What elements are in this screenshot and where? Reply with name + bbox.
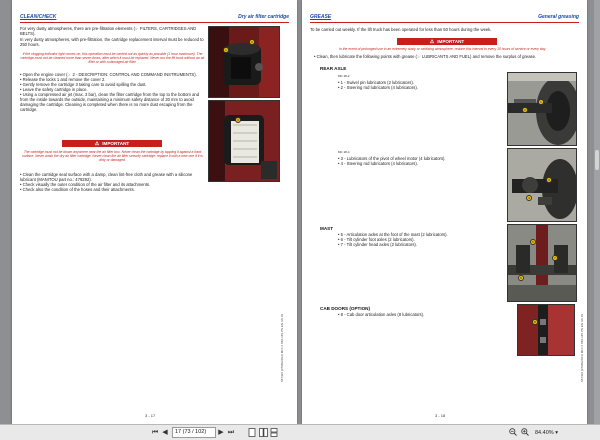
callout-marker: 3	[235, 117, 241, 123]
wheel-motor-image	[508, 149, 576, 221]
callout-marker: 4	[526, 195, 532, 201]
important-banner: ⚠ IMPORTANT	[397, 38, 497, 45]
callout-marker: 2	[522, 107, 528, 113]
intro-text: For very dusty atmospheres, there are pr…	[20, 26, 197, 36]
callout-marker: 3	[546, 177, 552, 183]
mast-list: • 5 - Articulation axles at the foot of …	[338, 232, 488, 247]
zoom-level[interactable]: 84.40% ▾	[535, 429, 558, 437]
mast-photo: 5 6 7	[507, 224, 577, 302]
first-page-icon[interactable]: ⏮	[150, 428, 160, 437]
step-item: • Using a compressed air jet (max. 3 bar…	[20, 92, 200, 112]
zoom-value: 84.40%	[535, 430, 554, 436]
cab-doors-title: CAB DOORS (OPTION)	[320, 306, 371, 311]
air-filter-photo-1: 1 2	[208, 26, 280, 98]
vertical-scrollbar[interactable]	[594, 0, 600, 424]
rear-axle-photo-1: 1 2	[507, 72, 577, 146]
figure-code: MC 18-4	[338, 150, 350, 154]
zoom-out-icon[interactable]	[508, 428, 517, 437]
mast-title: MAST	[320, 226, 334, 231]
callout-marker: 7	[552, 255, 558, 261]
callout-marker: 5	[530, 239, 536, 245]
important-label: IMPORTANT	[102, 141, 130, 146]
previous-page-icon[interactable]: ◀	[160, 428, 170, 437]
last-page-icon[interactable]: ⏭	[226, 428, 236, 437]
page-left: CLEAN/CHECK Dry air filter cartridge For…	[12, 0, 297, 424]
lubrication-point: • 2 - Steering rod lubricators (4 lubric…	[338, 85, 418, 90]
callout-marker: 8	[532, 319, 538, 325]
section-header-left: CLEAN/CHECK Dry air filter cartridge	[20, 13, 289, 23]
rear-axle-title: REAR AXLE	[320, 66, 347, 71]
page-right: GREASE General greasing To be carried ou…	[302, 0, 587, 424]
section-title: GREASE	[310, 14, 332, 20]
warning-text: In the event of prolonged use in an extr…	[338, 47, 547, 51]
clean-instruction: • Clean, then lubricate the following po…	[314, 54, 537, 59]
step-item: • Check also the condition of the hoses …	[20, 187, 135, 192]
cab-door-image	[518, 305, 574, 355]
single-page-view-icon[interactable]	[247, 428, 257, 437]
viewer-toolbar: ⏮ ◀ 17 (73 / 102) ▶ ⏭ 84.40% ▾	[0, 424, 600, 440]
callout-marker: 6	[518, 275, 524, 281]
intro-text: To be carried out weekly. If the lift tr…	[310, 27, 492, 32]
rear-axle-image	[508, 73, 576, 145]
zoom-in-icon[interactable]	[520, 428, 529, 437]
air-filter-image	[209, 27, 279, 97]
document-viewport[interactable]: CLEAN/CHECK Dry air filter cartridge For…	[0, 0, 600, 439]
scrollbar-thumb[interactable]	[595, 150, 599, 170]
intro-text-2: In very dusty atmospheres, with pre-filt…	[20, 37, 204, 47]
page-number: 3 - 17	[145, 413, 156, 418]
steps-list-2: • Clean the cartridge seal surface with …	[20, 172, 205, 192]
section-subtitle: General greasing	[538, 14, 579, 20]
document-code: 647426 (27/06/2014) MLT-X 840-145 PS EN …	[280, 313, 284, 382]
warning-triangle-icon: ⚠	[429, 39, 435, 45]
rear-axle-list-2: • 3 - Lubricators of the pivot of wheel …	[338, 156, 488, 166]
lubrication-point: • 4 - Steering rod lubricators (4 lubric…	[338, 161, 418, 166]
important-label: IMPORTANT	[437, 39, 465, 44]
lubrication-point: • 7 - Tilt cylinder head axles (2 lubric…	[338, 242, 417, 247]
section-title: CLEAN/CHECK	[20, 14, 57, 20]
cab-door-photo: 8	[517, 304, 575, 356]
continuous-view-icon[interactable]	[269, 428, 279, 437]
two-page-view-icon[interactable]	[258, 428, 268, 437]
figure-code: MC 18-2	[338, 74, 350, 78]
steps-list: • Open the engine cover (☞ 2 - DESCRIPTI…	[20, 72, 205, 112]
callout-marker: 2	[249, 39, 255, 45]
air-filter-photo-2: 3	[208, 100, 280, 182]
section-subtitle: Dry air filter cartridge	[238, 14, 289, 20]
callout-marker: 1	[223, 47, 229, 53]
important-banner: ⚠ IMPORTANT	[62, 140, 162, 147]
cartridge-image	[209, 101, 279, 181]
document-code: 647426 (27/06/2014) MLT-X 840-145 PS EN …	[580, 313, 584, 382]
chevron-down-icon[interactable]: ▾	[555, 430, 558, 436]
rear-axle-list-1: • 1 - Swivel pin lubricators (2 lubricat…	[338, 80, 488, 90]
warning-text-1: If the clogging indicator light comes on…	[20, 52, 205, 65]
lubrication-point: • 8 - Cab door articulation axles (8 lub…	[338, 312, 425, 317]
step-item: • Clean the cartridge seal surface with …	[20, 172, 193, 182]
mast-image	[508, 225, 576, 301]
cab-doors-list: • 8 - Cab door articulation axles (8 lub…	[338, 312, 488, 317]
page-number-input[interactable]: 17 (73 / 102)	[172, 427, 216, 438]
warning-triangle-icon: ⚠	[94, 141, 100, 147]
callout-marker: 1	[538, 99, 544, 105]
warning-text-2: The cartridge must not be blown anywhere…	[22, 150, 203, 163]
rear-axle-photo-2: 3 4	[507, 148, 577, 222]
next-page-icon[interactable]: ▶	[216, 428, 226, 437]
section-header-right: GREASE General greasing	[310, 13, 579, 23]
page-number: 3 - 18	[435, 413, 446, 418]
